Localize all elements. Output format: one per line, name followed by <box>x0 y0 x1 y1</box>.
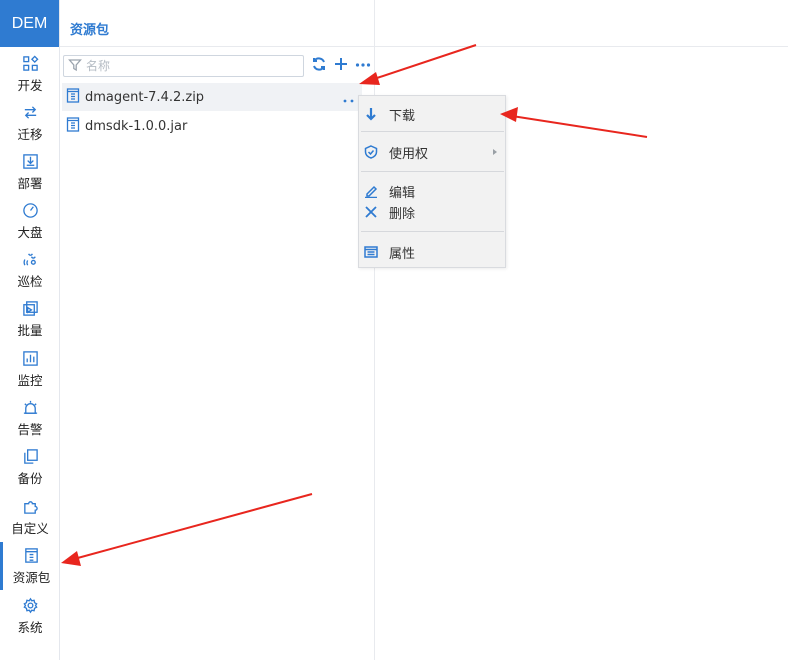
more-button[interactable] <box>354 57 372 75</box>
submenu-arrow-icon <box>493 149 497 155</box>
nav-label: 迁移 <box>17 127 43 142</box>
nav-item-dashboard[interactable]: 大盘 <box>0 197 60 245</box>
properties-window-icon <box>363 244 379 260</box>
nav-item-packages[interactable]: 资源包 <box>0 542 60 590</box>
monitor-chart-icon <box>21 349 39 367</box>
gear-icon <box>21 596 39 614</box>
page-title: 资源包 <box>70 23 110 38</box>
nav-label: 备份 <box>17 471 43 486</box>
nav-label: 部署 <box>17 176 43 191</box>
menu-separator <box>361 231 504 232</box>
filter-funnel-icon <box>68 57 82 76</box>
menu-item-delete[interactable]: 删除 <box>359 201 505 223</box>
menu-item-edit[interactable]: 编辑 <box>359 180 505 202</box>
download-arrow-icon <box>363 106 379 122</box>
file-name: dmsdk-1.0.0.jar <box>85 118 188 134</box>
nav-label: 监控 <box>17 373 43 388</box>
filter-box <box>63 55 304 77</box>
refresh-button[interactable] <box>310 57 328 75</box>
transfer-icon <box>21 103 39 121</box>
puzzle-icon <box>21 497 39 515</box>
file-name: dmagent-7.4.2.zip <box>85 89 205 105</box>
edit-pen-icon <box>363 183 379 199</box>
nav-item-monitor[interactable]: 监控 <box>0 345 60 393</box>
nav-label: 资源包 <box>12 570 51 585</box>
nav-item-system[interactable]: 系统 <box>0 592 60 640</box>
menu-item-properties[interactable]: 属性 <box>359 241 505 263</box>
nav-label: 巡检 <box>17 274 43 289</box>
inspection-icon <box>21 250 39 268</box>
more-dots-icon <box>355 56 371 76</box>
nav-item-migrate[interactable]: 迁移 <box>0 99 60 147</box>
backup-copy-icon <box>21 447 39 465</box>
batch-icon <box>21 299 39 317</box>
nav-item-custom[interactable]: 自定义 <box>0 493 60 541</box>
nav-item-dev[interactable]: 开发 <box>0 50 60 98</box>
menu-item-label: 编辑 <box>389 185 416 201</box>
plus-icon <box>333 56 349 76</box>
menu-item-label: 属性 <box>389 246 416 262</box>
package-icon <box>23 546 41 564</box>
file-package-icon <box>66 87 80 107</box>
nav-item-alarm[interactable]: 告警 <box>0 394 60 442</box>
nav-item-batch[interactable]: 批量 <box>0 295 60 343</box>
menu-separator <box>361 131 504 132</box>
left-nav: DEM 开发 迁移 部署 大盘 巡检 批量 监控 告警 备份 自定义 资源包 系… <box>0 0 60 660</box>
menu-item-label: 下载 <box>389 108 416 124</box>
brand-logo[interactable]: DEM <box>0 0 59 47</box>
deploy-icon <box>21 152 39 170</box>
menu-item-label: 使用权 <box>389 146 429 162</box>
nav-label: 大盘 <box>17 225 43 240</box>
nav-item-inspection[interactable]: 巡检 <box>0 246 60 294</box>
nav-label: 自定义 <box>11 521 49 536</box>
menu-item-permission[interactable]: 使用权 <box>359 141 505 163</box>
refresh-icon <box>311 56 327 76</box>
shield-check-icon <box>363 144 379 160</box>
page-header: 资源包 <box>60 0 788 47</box>
nav-item-deploy[interactable]: 部署 <box>0 148 60 196</box>
menu-item-label: 删除 <box>389 206 416 222</box>
context-menu: 下载 使用权 编辑 删除 属性 <box>358 95 506 268</box>
file-package-icon <box>66 116 80 136</box>
nav-label: 系统 <box>17 620 43 635</box>
file-row[interactable]: dmagent-7.4.2.zip <box>62 83 362 111</box>
menu-separator <box>361 171 504 172</box>
nav-item-backup[interactable]: 备份 <box>0 443 60 491</box>
file-row[interactable]: dmsdk-1.0.0.jar <box>62 112 362 140</box>
nav-label: 告警 <box>17 422 43 437</box>
apps-grid-icon <box>21 54 39 72</box>
annotation-arrow-download <box>500 107 648 138</box>
annotation-arrow-more <box>359 44 477 85</box>
nav-label: 批量 <box>17 323 43 338</box>
menu-item-download[interactable]: 下载 <box>359 103 505 125</box>
nav-label: 开发 <box>17 78 43 93</box>
annotation-arrow-packages <box>61 493 313 566</box>
name-filter-input[interactable] <box>86 59 296 73</box>
dashboard-gauge-icon <box>21 201 39 219</box>
add-button[interactable] <box>332 57 350 75</box>
close-x-icon <box>363 204 379 220</box>
row-more-icon[interactable] <box>342 90 356 103</box>
alarm-siren-icon <box>21 398 39 416</box>
